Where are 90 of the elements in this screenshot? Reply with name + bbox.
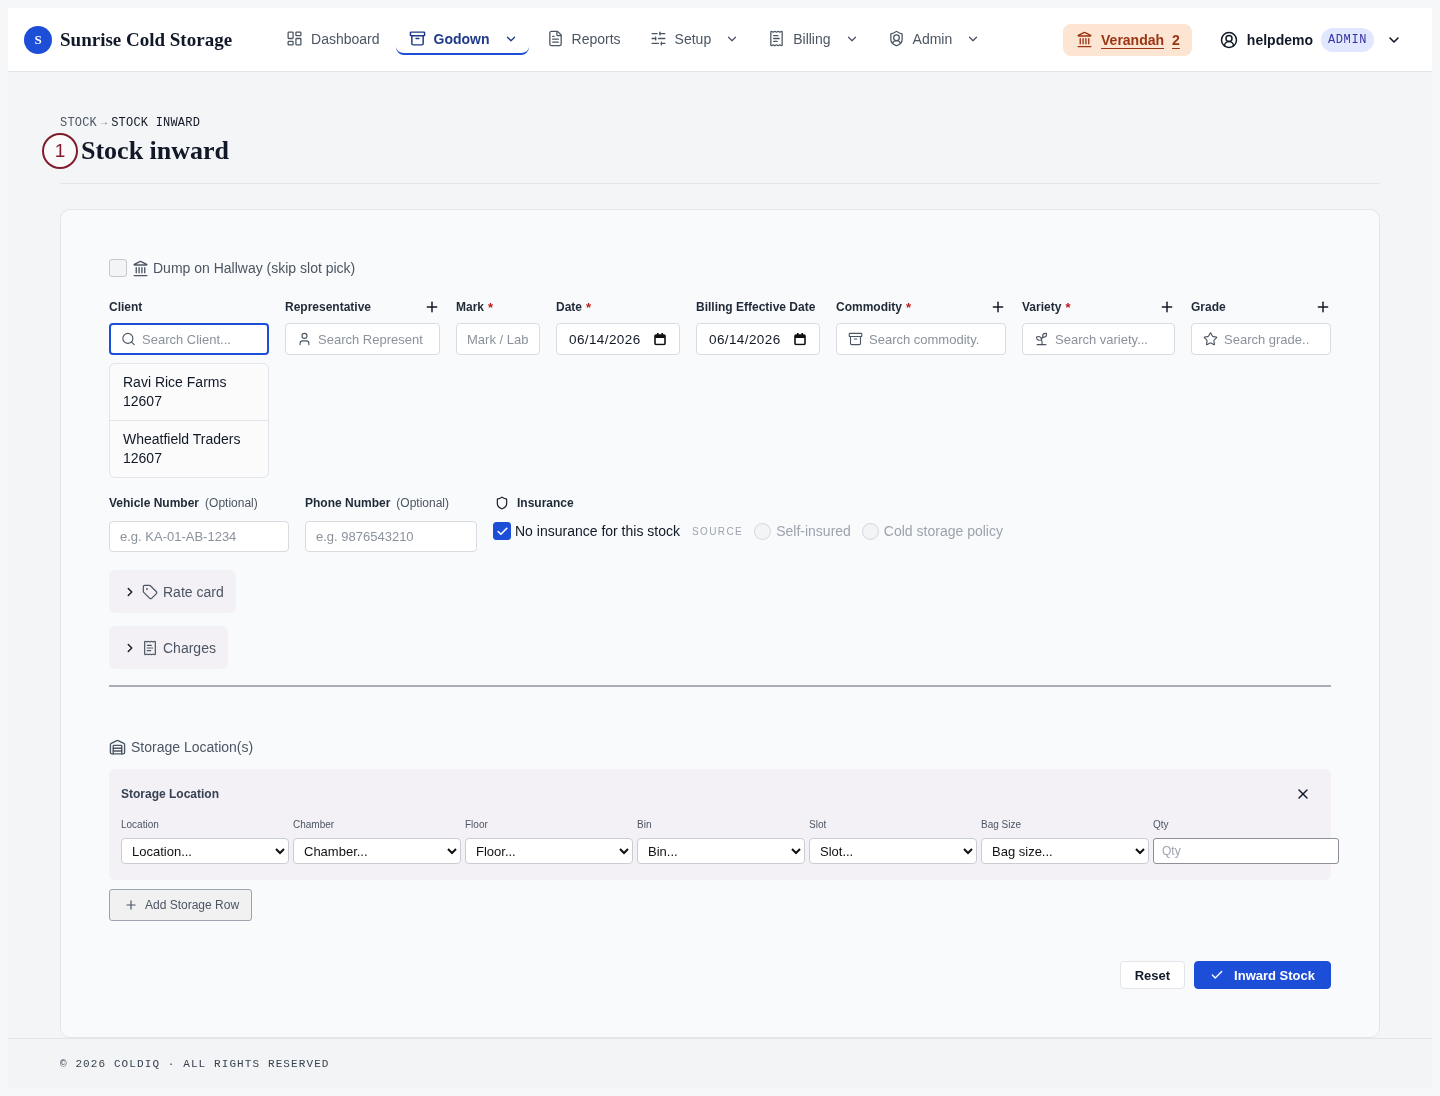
text-field[interactable]: e.g. KA-01-AB-1234 [109,521,289,552]
field-label: Vehicle Number [109,496,200,510]
submit-button[interactable]: Inward Stock [1194,961,1331,989]
checkbox-label: No insurance for this stock [515,523,680,539]
dashboard-grid-icon [286,30,304,47]
source-label: SOURCE [691,525,744,537]
text-field[interactable]: e.g. 9876543210 [305,521,477,552]
add-row-button[interactable]: Add Storage Row [109,889,253,921]
column-label: Qty [1153,818,1170,832]
receipt-icon [768,30,786,47]
column-label: Floor [465,818,489,832]
document-icon [546,30,564,47]
receipt-icon [142,639,158,656]
quantity-field[interactable]: Qty [1153,838,1339,864]
user-circle-icon [1219,30,1238,49]
column-label: Bin [637,818,653,832]
landmark-building-icon [132,259,149,277]
field-label: Commodity [836,300,902,314]
copyright-text: © 2026 COLDIQ · ALL RIGHTS RESERVED [60,1057,330,1070]
client-option[interactable]: Ravi Rice Farms 12607 [110,364,268,420]
field-label: Date [556,300,582,314]
checkbox-label: Dump on Hallway (skip slot pick) [153,260,356,276]
role-badge: ADMIN [1321,27,1374,52]
client-option[interactable]: Wheatfield Traders 12607 [110,420,268,477]
section-heading: Storage Location(s) [131,739,254,755]
field-label: Mark [456,300,484,314]
archive-box-icon [408,30,426,47]
breadcrumb-separator: → [101,116,108,130]
location-chip[interactable]: Verandah 2 [1063,23,1192,56]
checkbox[interactable] [493,522,511,540]
reset-button[interactable]: Reset [1119,961,1186,989]
calendar-icon[interactable] [794,332,806,346]
user-name: helpdemo [1246,31,1313,48]
search-icon [121,331,136,347]
plus-icon[interactable] [990,299,1006,315]
dropdown-select[interactable]: Location... [121,838,289,864]
warehouse-icon [109,738,126,756]
breadcrumb-item: STOCK INWARD [111,116,201,130]
plus-icon[interactable] [1315,299,1331,315]
dropdown-select[interactable]: Bag size... [981,838,1149,864]
dropdown-select[interactable]: Bin... [637,838,805,864]
calendar-icon[interactable] [654,332,666,346]
check-icon [495,524,509,538]
plus-icon[interactable] [424,299,440,315]
tag-icon [142,583,158,600]
field-label: Phone Number [305,496,391,510]
column-label: Slot [809,818,828,832]
archive-box-icon [848,331,863,347]
radio-label: Cold storage policy [883,523,1003,539]
plus-icon[interactable] [1159,299,1175,315]
date-field[interactable]: 06/14/2026 [696,323,820,355]
breadcrumb-item[interactable]: STOCK [60,116,97,130]
shield-icon [495,496,509,510]
collapsible-section[interactable]: Rate card [109,570,236,613]
callout-marker: 1 [42,133,78,169]
user-icon [297,331,312,347]
text-field[interactable]: Mark / Lab [456,323,540,355]
required-mark: * [906,299,912,315]
required-mark: * [586,299,592,315]
logo-mark: S [24,25,52,54]
required-mark: * [488,299,494,315]
check-icon [1210,968,1225,982]
column-label: Location [121,818,160,832]
field-label: Client [109,300,143,314]
search-field[interactable]: Search Client... [109,323,269,355]
page-title: Stock inward [81,135,230,167]
radio-label: Self-insured [776,523,851,539]
panel-title: Storage Location [121,787,219,801]
field-label: Billing Effective Date [696,300,816,314]
landmark-building-icon [1076,31,1094,48]
required-mark: * [1065,299,1071,315]
field-label: Representative [285,300,372,314]
star-icon [1203,331,1218,347]
shield-user-icon [887,30,905,47]
brand-name: Sunrise Cold Storage [60,28,233,51]
sliders-icon [649,30,667,47]
field-label: Grade [1191,300,1226,314]
sprout-icon [1034,331,1049,347]
optional-hint: (Optional) [205,496,258,510]
dropdown-select[interactable]: Chamber... [293,838,461,864]
field-label: Insurance [517,496,574,510]
date-field[interactable]: 06/14/2026 [556,323,680,355]
field-label: Variety [1022,300,1062,314]
column-label: Bag Size [981,818,1023,832]
optional-hint: (Optional) [396,496,450,510]
collapsible-section[interactable]: Charges [109,626,228,669]
plus-icon [124,898,138,912]
dropdown-select[interactable]: Slot... [809,838,977,864]
dropdown-select[interactable]: Floor... [465,838,633,864]
column-label: Chamber [293,818,336,832]
